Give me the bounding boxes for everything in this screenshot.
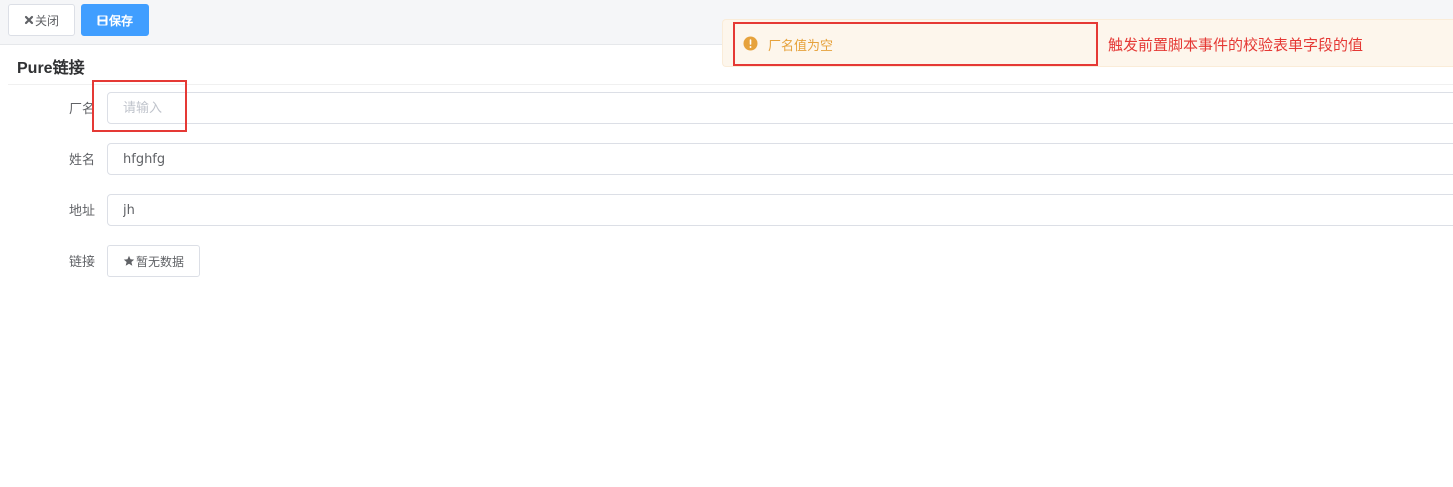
section-divider (8, 84, 1453, 85)
star-icon (123, 255, 135, 267)
save-button[interactable]: 保存 (81, 4, 149, 36)
close-icon (24, 15, 34, 25)
save-icon (97, 15, 108, 26)
warning-circle-icon (743, 36, 758, 51)
annotation-text: 触发前置脚本事件的校验表单字段的值 (1108, 36, 1364, 54)
name-input[interactable] (107, 143, 1453, 175)
factory-name-input[interactable] (107, 92, 1453, 124)
close-button-label: 关闭 (34, 13, 59, 28)
address-input[interactable] (107, 194, 1453, 226)
name-label: 姓名 (68, 153, 95, 168)
page: 关闭 保存 Pure链接 厂名 姓名 地址 链接 暂无数据 (0, 0, 1453, 487)
close-button[interactable]: 关闭 (8, 4, 75, 36)
link-button-label: 暂无数据 (135, 254, 184, 269)
alert-message: 厂名值为空 (768, 39, 834, 54)
link-label: 链接 (68, 255, 95, 270)
section-title: Pure链接 (17, 60, 85, 77)
save-button-label: 保存 (108, 13, 133, 28)
address-label: 地址 (68, 204, 95, 219)
factory-name-label: 厂名 (68, 102, 95, 117)
link-select-button[interactable]: 暂无数据 (107, 245, 200, 277)
